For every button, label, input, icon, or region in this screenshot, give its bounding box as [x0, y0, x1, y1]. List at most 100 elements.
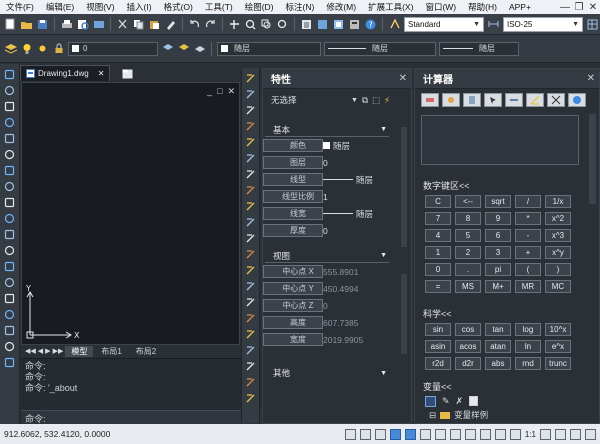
close-viewport-button[interactable]: ✕	[227, 86, 235, 97]
scientific-header[interactable]: 科学<<	[415, 307, 599, 321]
ellipse-arc-icon[interactable]	[3, 228, 16, 241]
sun-icon[interactable]	[36, 42, 49, 55]
calc-key[interactable]: x^y	[545, 246, 571, 259]
point-icon[interactable]	[3, 276, 16, 289]
color-select[interactable]: 随层	[217, 41, 321, 56]
rectangle-icon[interactable]	[3, 132, 16, 145]
section-basic[interactable]: 基本 ▼	[265, 123, 389, 137]
get-coordinates-icon[interactable]	[484, 93, 502, 107]
tab-layout1[interactable]: 布局1	[95, 346, 127, 357]
new-variable-icon[interactable]	[425, 396, 436, 407]
polyline-icon[interactable]	[3, 100, 16, 113]
zoom-window-icon[interactable]	[260, 18, 273, 31]
section-view[interactable]: 视图 ▼	[265, 249, 389, 263]
copy-object-icon[interactable]	[244, 88, 257, 101]
calculator-icon[interactable]	[348, 18, 361, 31]
display-scrollbar[interactable]	[589, 114, 596, 204]
calc-key[interactable]: sqrt	[485, 195, 511, 208]
calc-key[interactable]: (	[515, 263, 541, 276]
toggle-pickadd-icon[interactable]: ⧉	[362, 95, 368, 106]
menu-item[interactable]: 文件(F)	[0, 0, 40, 14]
save-icon[interactable]	[36, 18, 49, 31]
help-icon[interactable]: ?	[364, 18, 377, 31]
expand-icon[interactable]: ⊟	[429, 410, 436, 421]
sci-key[interactable]: atan	[485, 340, 511, 353]
variable-tree-item[interactable]: ⊟ 变量样例	[415, 409, 599, 421]
view-scrollbar[interactable]	[401, 274, 407, 354]
property-row[interactable]: 颜色 随层	[263, 137, 391, 154]
menu-item[interactable]: 标注(N)	[280, 0, 321, 14]
close-icon[interactable]: ✕	[98, 69, 105, 78]
layer-previous-icon[interactable]	[177, 42, 190, 55]
nav-last-icon[interactable]: ▶▶	[53, 347, 64, 355]
3d-rotate-icon[interactable]	[244, 376, 257, 389]
close-icon[interactable]: ✕	[399, 73, 407, 84]
calc-key[interactable]: 0	[425, 263, 451, 276]
calc-key[interactable]: MC	[545, 280, 571, 293]
minimize-viewport-button[interactable]: _	[207, 86, 212, 97]
calc-key[interactable]: 3	[485, 246, 511, 259]
sci-key[interactable]: 10^x	[545, 323, 571, 336]
calc-key[interactable]: .	[455, 263, 481, 276]
fillet-icon[interactable]	[244, 312, 257, 325]
lineweight-select[interactable]: 随层	[439, 41, 519, 56]
property-row[interactable]: 中心点 X 555.8901	[263, 263, 391, 280]
nav-first-icon[interactable]: ◀◀	[25, 347, 36, 355]
workspace-icon[interactable]	[555, 428, 566, 440]
fullscreen-icon[interactable]	[585, 428, 596, 440]
polar-icon[interactable]	[389, 428, 401, 440]
calc-key[interactable]: =	[425, 280, 451, 293]
sci-key[interactable]: r2d	[425, 357, 451, 370]
paste-icon[interactable]	[148, 18, 161, 31]
sci-key[interactable]: abs	[485, 357, 511, 370]
lineweight-icon[interactable]	[464, 428, 476, 440]
dim-style-select[interactable]: ISO-25 ▼	[503, 16, 583, 32]
keypad-header[interactable]: 数字键区<<	[415, 179, 599, 193]
scale-icon[interactable]	[244, 184, 257, 197]
arc-icon[interactable]	[3, 148, 16, 161]
basic-scrollbar[interactable]	[401, 127, 407, 247]
menu-item[interactable]: 窗口(W)	[419, 0, 462, 14]
open-file-icon[interactable]	[20, 18, 33, 31]
quick-select-icon[interactable]: ⚡	[384, 95, 390, 106]
sci-key[interactable]: cos	[455, 323, 481, 336]
make-block-icon[interactable]	[3, 260, 16, 273]
drawing-canvas[interactable]: _ □ ✕ Y X	[21, 82, 240, 345]
property-row[interactable]: 线型比例 1	[263, 188, 391, 205]
menu-item[interactable]: 视图(V)	[80, 0, 120, 14]
calc-key[interactable]: 1	[425, 246, 451, 259]
calculator-variable-icon[interactable]	[469, 396, 479, 406]
dynamic-input-icon[interactable]	[449, 428, 461, 440]
otrack-icon[interactable]	[419, 428, 431, 440]
menu-item[interactable]: 绘图(D)	[239, 0, 280, 14]
ellipse-icon[interactable]	[3, 212, 16, 225]
calculator-display[interactable]	[421, 115, 579, 165]
calc-key[interactable]: MR	[515, 280, 541, 293]
calc-key[interactable]: 8	[455, 212, 481, 225]
array-icon[interactable]	[244, 136, 257, 149]
offset-icon[interactable]	[244, 120, 257, 133]
chevron-down-icon[interactable]: ▼	[351, 97, 358, 104]
calc-key[interactable]: <--	[455, 195, 481, 208]
property-row[interactable]: 线宽 随层	[263, 205, 391, 222]
match-properties-icon[interactable]	[164, 18, 177, 31]
menu-item[interactable]: 格式(O)	[158, 0, 199, 14]
layer-manager-icon[interactable]	[4, 42, 17, 55]
clear-icon[interactable]	[421, 93, 439, 107]
property-row[interactable]: 线型 随层	[263, 171, 391, 188]
delete-variable-icon[interactable]: ✗	[456, 396, 464, 407]
mirror-icon[interactable]	[244, 104, 257, 117]
break-icon[interactable]	[244, 264, 257, 277]
paste-value-icon[interactable]	[463, 93, 481, 107]
calc-key[interactable]: x^2	[545, 212, 571, 225]
calc-key[interactable]: 6	[485, 229, 511, 242]
lock-icon[interactable]	[52, 42, 65, 55]
menu-item[interactable]: 帮助(H)	[462, 0, 503, 14]
calc-key[interactable]: MS	[455, 280, 481, 293]
gradient-icon[interactable]	[3, 308, 16, 321]
linetype-select[interactable]: 随层	[324, 41, 436, 56]
zoom-previous-icon[interactable]	[276, 18, 289, 31]
osnap-icon[interactable]	[404, 428, 416, 440]
property-row[interactable]: 中心点 Z0	[263, 297, 391, 314]
print-preview-icon[interactable]	[76, 18, 89, 31]
